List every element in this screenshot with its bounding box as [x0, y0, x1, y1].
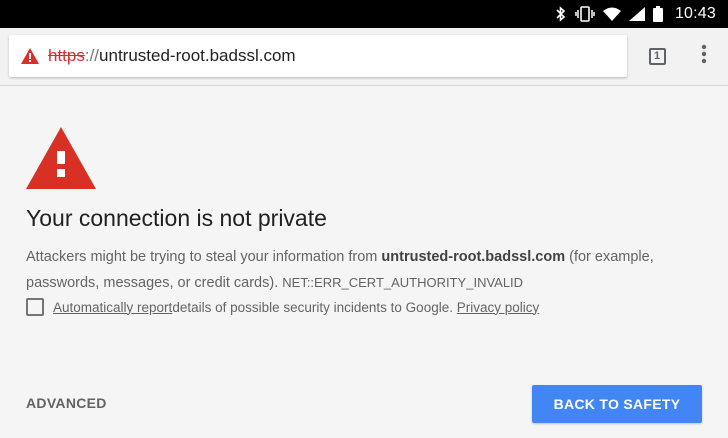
page-title: Your connection is not private [26, 205, 327, 231]
url-text[interactable]: https://untrusted-root.badssl.com [48, 46, 296, 66]
tab-switcher-button[interactable]: 1 [646, 45, 668, 67]
explanation-text: Attackers might be trying to steal your … [26, 244, 706, 296]
omnibox[interactable]: https://untrusted-root.badssl.com [9, 35, 627, 77]
status-bar: 10:43 [0, 0, 728, 28]
status-time: 10:43 [674, 5, 716, 22]
automatically-report-link[interactable]: Automatically report [53, 300, 172, 315]
url-scheme: https [48, 46, 85, 65]
more-vert-icon [701, 44, 707, 69]
signal-icon [628, 7, 645, 21]
interstitial-page: Your connection is not private Attackers… [0, 87, 728, 438]
large-warning-icon [26, 127, 96, 189]
tab-count: 1 [648, 47, 666, 65]
battery-icon [652, 6, 663, 22]
warning-triangle-icon[interactable] [20, 47, 40, 65]
error-code: NET::ERR_CERT_AUTHORITY_INVALID [282, 275, 524, 290]
vibrate-icon [575, 6, 595, 22]
advanced-button[interactable]: ADVANCED [26, 395, 107, 411]
report-text: details of possible security incidents t… [172, 299, 453, 315]
browser-toolbar: https://untrusted-root.badssl.com 1 [0, 28, 728, 86]
back-to-safety-button[interactable]: BACK TO SAFETY [532, 385, 702, 423]
explanation-prefix: Attackers might be trying to steal your … [26, 249, 382, 265]
menu-button[interactable] [693, 44, 715, 69]
explanation-host: untrusted-root.badssl.com [381, 249, 566, 265]
wifi-icon [602, 7, 621, 21]
privacy-policy-link[interactable]: Privacy policy [457, 300, 540, 315]
url-separator: :// [84, 46, 100, 65]
report-checkbox[interactable] [26, 298, 44, 316]
report-row: Automatically report details of possible… [26, 298, 539, 316]
url-host: untrusted-root.badssl.com [99, 46, 296, 65]
bluetooth-icon [555, 6, 567, 22]
